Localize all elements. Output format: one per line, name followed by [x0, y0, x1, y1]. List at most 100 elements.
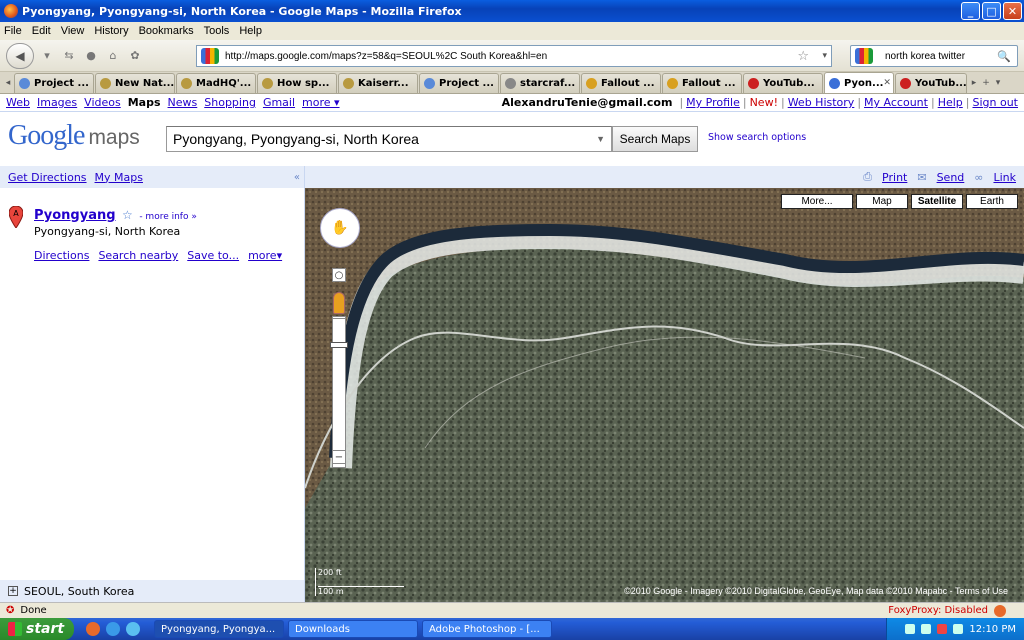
result-title-link[interactable]: Pyongyang — [34, 208, 116, 223]
search-engine-icon[interactable] — [855, 48, 873, 64]
pan-control[interactable]: ✋ — [320, 208, 360, 248]
tab-item-active[interactable]: Pyon... ✕ — [824, 72, 894, 93]
print-link[interactable]: Print — [882, 171, 907, 184]
foxyproxy-icon[interactable] — [994, 604, 1006, 617]
url-dropdown-icon[interactable]: ▾ — [822, 51, 827, 61]
taskbar-item-firefox[interactable]: Pyongyang, Pyongya... — [154, 620, 284, 638]
tab-item[interactable]: MadHQ'... — [176, 73, 256, 93]
map-type-satellite-button[interactable]: Satellite — [911, 194, 963, 209]
menu-view[interactable]: View — [61, 25, 85, 37]
url-bar[interactable]: http://maps.google.com/maps?z=58&q=SEOUL… — [196, 45, 832, 67]
bookmark-star-icon[interactable]: ☆ — [797, 49, 809, 64]
help-link[interactable]: Help — [938, 96, 963, 109]
tab-item[interactable]: Fallout ... — [581, 73, 661, 93]
sign-out-link[interactable]: Sign out — [972, 96, 1018, 109]
menu-bookmarks[interactable]: Bookmarks — [139, 25, 194, 37]
gbar-web-link[interactable]: Web — [6, 96, 30, 109]
tab-item[interactable]: Kaiserr... — [338, 73, 418, 93]
my-account-link[interactable]: My Account — [864, 96, 928, 109]
taskbar-item-photoshop[interactable]: Adobe Photoshop - [... — [422, 620, 552, 638]
start-button[interactable]: start — [0, 618, 74, 640]
gbar-images-link[interactable]: Images — [37, 96, 77, 109]
tab-item[interactable]: Project ... — [14, 73, 94, 93]
menu-tools[interactable]: Tools — [204, 25, 230, 37]
zoom-reset-icon[interactable]: ○ — [332, 268, 346, 282]
previous-search-item[interactable]: + SEOUL, South Korea — [0, 580, 304, 602]
star-icon[interactable]: ☆ — [122, 208, 133, 222]
gbar-news-link[interactable]: News — [168, 96, 198, 109]
map-canvas[interactable]: More... Map Satellite Earth ✋ ○ + − 200 … — [305, 188, 1024, 602]
maximize-button[interactable]: □ — [982, 2, 1001, 20]
home-icon[interactable]: ⌂ — [104, 47, 122, 65]
gbar-more-link[interactable]: more ▾ — [302, 96, 340, 109]
new-badge[interactable]: New! — [750, 96, 778, 109]
taskbar-item-downloads[interactable]: Downloads — [288, 620, 418, 638]
menu-history[interactable]: History — [94, 25, 128, 37]
expand-icon[interactable]: + — [8, 586, 18, 596]
link-link[interactable]: Link — [993, 171, 1016, 184]
stop-icon[interactable]: ● — [82, 47, 100, 65]
gbar-gmail-link[interactable]: Gmail — [263, 96, 295, 109]
tab-list-icon[interactable]: ▾ — [992, 73, 1004, 93]
close-button[interactable]: ✕ — [1003, 2, 1022, 20]
map-more-button[interactable]: More... — [781, 194, 853, 209]
history-dropdown-icon[interactable]: ▾ — [38, 47, 56, 65]
tab-item[interactable]: starcraf... — [500, 73, 580, 93]
tray-app-icon[interactable] — [953, 624, 964, 634]
gbar-videos-link[interactable]: Videos — [84, 96, 121, 109]
tab-scroll-right-icon[interactable]: ▸ — [968, 73, 980, 93]
tab-item[interactable]: Fallout ... — [662, 73, 742, 93]
get-directions-link[interactable]: Get Directions — [8, 171, 87, 184]
search-icon[interactable]: 🔍 — [997, 50, 1011, 63]
directions-link[interactable]: Directions — [34, 249, 89, 262]
back-button[interactable]: ◀ — [6, 42, 34, 69]
gbar-shopping-link[interactable]: Shopping — [204, 96, 256, 109]
tab-scroll-left-icon[interactable]: ◂ — [2, 73, 14, 93]
show-search-options-link[interactable]: Show search options — [708, 132, 806, 143]
zoom-out-button[interactable]: − — [332, 450, 346, 464]
collapse-panel-icon[interactable]: « — [294, 172, 300, 183]
tab-item[interactable]: Project ... — [419, 73, 499, 93]
minimize-button[interactable]: _ — [961, 2, 980, 20]
pegman-icon[interactable] — [333, 292, 345, 314]
save-to-link[interactable]: Save to... — [187, 249, 239, 262]
map-type-map-button[interactable]: Map — [856, 194, 908, 209]
maps-search-input[interactable]: Pyongyang, Pyongyang-si, North Korea ▼ — [166, 126, 612, 152]
tab-close-icon[interactable]: ✕ — [883, 78, 891, 88]
marker-a-icon[interactable]: A — [9, 206, 23, 228]
print-icon[interactable]: ⎙ — [863, 170, 872, 184]
media-quicklaunch-icon[interactable] — [126, 622, 140, 636]
search-nearby-link[interactable]: Search nearby — [98, 249, 178, 262]
menu-file[interactable]: File — [4, 25, 22, 37]
send-icon[interactable]: ✉ — [917, 171, 926, 184]
satellite-imagery[interactable] — [305, 188, 1024, 602]
firefox-quicklaunch-icon[interactable] — [86, 622, 100, 636]
menu-edit[interactable]: Edit — [32, 25, 51, 37]
web-history-link[interactable]: Web History — [788, 96, 855, 109]
tray-network-icon[interactable] — [905, 624, 916, 634]
tray-antivirus-icon[interactable] — [937, 624, 948, 634]
link-icon[interactable]: ∞ — [974, 171, 983, 184]
send-link[interactable]: Send — [937, 171, 965, 184]
tray-volume-icon[interactable] — [921, 624, 932, 634]
search-history-dropdown-icon[interactable]: ▼ — [596, 134, 605, 144]
my-maps-link[interactable]: My Maps — [95, 171, 143, 184]
tab-item[interactable]: New Nat... — [95, 73, 175, 93]
map-type-earth-button[interactable]: Earth — [966, 194, 1018, 209]
addon-icon[interactable]: ✿ — [126, 47, 144, 65]
zoom-slider[interactable] — [332, 318, 346, 468]
tab-item[interactable]: YouTub... — [895, 73, 967, 93]
foxyproxy-status[interactable]: FoxyProxy: Disabled — [888, 605, 988, 616]
google-maps-logo[interactable]: Google maps — [8, 120, 140, 152]
forward-button[interactable]: ⇆ — [60, 47, 78, 65]
ie-quicklaunch-icon[interactable] — [106, 622, 120, 636]
tab-item[interactable]: YouTub... — [743, 73, 823, 93]
my-profile-link[interactable]: My Profile — [686, 96, 740, 109]
more-info-link[interactable]: - more info » — [139, 212, 197, 222]
more-actions-link[interactable]: more▾ — [248, 249, 282, 262]
zoom-slider-handle[interactable] — [330, 342, 348, 348]
web-search-box[interactable]: north korea twitter 🔍 — [850, 45, 1018, 67]
search-maps-button[interactable]: Search Maps — [612, 126, 698, 152]
menu-help[interactable]: Help — [239, 25, 262, 37]
tab-item[interactable]: How sp... — [257, 73, 337, 93]
